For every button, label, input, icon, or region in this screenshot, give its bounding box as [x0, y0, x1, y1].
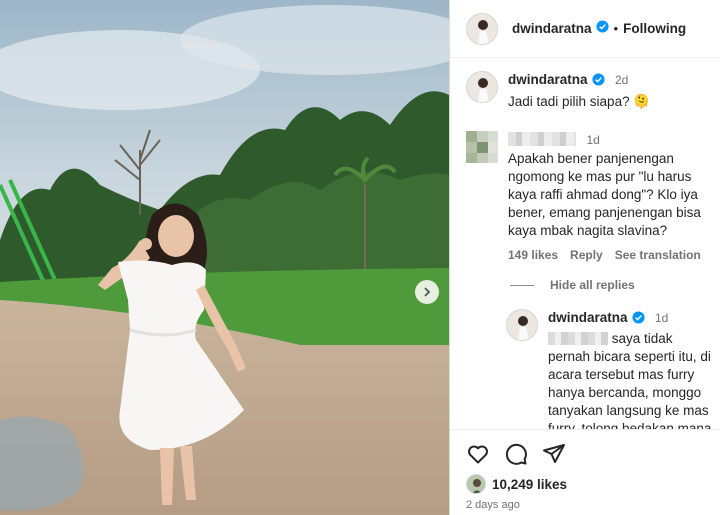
caption-time[interactable]: 2d — [615, 73, 628, 87]
avatar[interactable] — [466, 131, 498, 163]
divider-line — [510, 284, 534, 286]
post-panel: dwindaratna • Following dwindaratna 2d J… — [449, 0, 720, 515]
likes-row: 10,249 likes — [466, 474, 567, 494]
caption-text: Jadi tadi pilih siapa? 🫠 — [508, 94, 651, 109]
separator-dot: • — [613, 21, 619, 36]
reply-username[interactable]: dwindaratna — [548, 310, 628, 325]
comment: 1d Apakah bener panjenengan ngomong ke m… — [466, 131, 708, 262]
post-photo[interactable] — [0, 0, 449, 515]
following-button[interactable]: Following — [623, 21, 686, 36]
blurred-username — [508, 132, 576, 146]
likes-count[interactable]: 10,249 likes — [492, 477, 567, 492]
chevron-right-icon — [422, 287, 432, 297]
blurred-mention — [548, 332, 608, 345]
comments-list[interactable]: dwindaratna 2d Jadi tadi pilih siapa? 🫠 — [450, 59, 720, 429]
see-translation-button[interactable]: See translation — [615, 248, 701, 262]
photo-scene — [0, 0, 449, 515]
caption-username[interactable]: dwindaratna — [508, 72, 588, 87]
comment-time[interactable]: 1d — [586, 133, 599, 147]
comment-text: Apakah bener panjenengan ngomong ke mas … — [508, 151, 701, 238]
avatar[interactable] — [466, 12, 498, 45]
reply-time[interactable]: 1d — [655, 311, 668, 325]
hide-replies-label: Hide all replies — [550, 278, 635, 292]
reply-text-block: saya tidak pernah bicara seperti itu, di… — [548, 330, 716, 429]
action-icons — [466, 442, 566, 471]
reply: dwindaratna 1d saya tidak pernah bicara … — [506, 309, 716, 429]
caption: dwindaratna 2d Jadi tadi pilih siapa? 🫠 — [466, 71, 706, 111]
verified-icon — [591, 73, 605, 91]
post-actions: 10,249 likes 2 days ago — [450, 429, 720, 515]
post-time[interactable]: 2 days ago — [466, 499, 520, 511]
verified-icon — [631, 311, 645, 329]
heart-icon[interactable] — [466, 442, 490, 471]
next-photo-button[interactable] — [415, 280, 439, 304]
avatar[interactable] — [466, 474, 486, 494]
post-header: dwindaratna • Following — [450, 0, 720, 58]
comment-meta: 149 likes Reply See translation — [508, 248, 708, 262]
verified-icon — [595, 19, 609, 38]
comment-icon[interactable] — [504, 442, 528, 471]
comment-likes[interactable]: 149 likes — [508, 248, 558, 262]
avatar[interactable] — [466, 71, 498, 103]
reply-text: saya tidak pernah bicara seperti itu, di… — [548, 331, 712, 429]
avatar[interactable] — [506, 309, 538, 341]
hide-replies-button[interactable]: Hide all replies — [510, 278, 635, 292]
reply-button[interactable]: Reply — [570, 248, 603, 262]
share-icon[interactable] — [542, 442, 566, 471]
header-username[interactable]: dwindaratna — [512, 21, 592, 36]
